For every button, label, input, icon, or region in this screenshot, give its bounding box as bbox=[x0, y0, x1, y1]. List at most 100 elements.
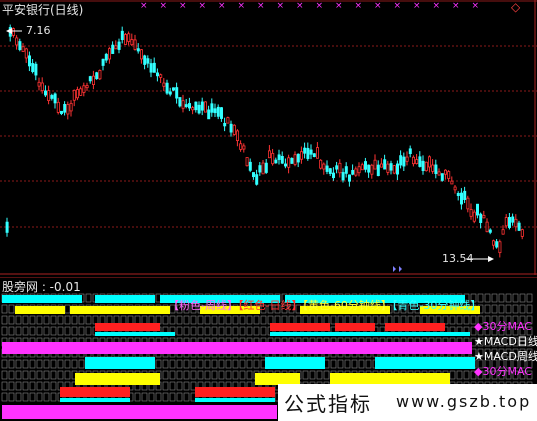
candle-body bbox=[27, 55, 31, 67]
indicator-cell bbox=[400, 315, 407, 325]
indicator-cell bbox=[99, 315, 106, 325]
candle-body bbox=[501, 229, 505, 235]
candle-body bbox=[229, 123, 233, 133]
candle-body bbox=[427, 156, 431, 168]
indicator-cell bbox=[526, 304, 533, 314]
indicator-cell bbox=[8, 381, 15, 391]
candle-body bbox=[466, 197, 470, 210]
candle-body bbox=[127, 33, 131, 42]
candle-body bbox=[178, 97, 182, 107]
candle-body bbox=[191, 107, 195, 111]
indicator-block bbox=[70, 306, 170, 314]
candle-body bbox=[274, 159, 278, 164]
indicator-block bbox=[15, 306, 65, 314]
candle-body bbox=[335, 165, 339, 170]
indicator-cell bbox=[106, 315, 113, 325]
indicator-cell bbox=[85, 326, 92, 336]
candle-body bbox=[469, 209, 473, 217]
candle-body bbox=[402, 156, 406, 167]
indicator-block bbox=[335, 323, 375, 331]
candle-body bbox=[331, 172, 335, 179]
indicator-cell bbox=[176, 359, 183, 369]
indicator-cell bbox=[1, 370, 8, 380]
candle-body bbox=[216, 106, 220, 117]
candle-body bbox=[60, 110, 64, 114]
indicator-cell bbox=[218, 359, 225, 369]
indicator-cell bbox=[309, 315, 316, 325]
indicator-cell bbox=[197, 370, 204, 380]
indicator-cell bbox=[155, 315, 162, 325]
indicator-cell bbox=[64, 304, 71, 314]
candle-body bbox=[338, 162, 342, 174]
candle-body bbox=[293, 154, 297, 165]
indicator-cell bbox=[204, 315, 211, 325]
indicator-cell bbox=[246, 370, 253, 380]
candle-body bbox=[315, 147, 319, 159]
indicator-cell bbox=[484, 304, 491, 314]
candle-body bbox=[271, 152, 275, 165]
candle-body bbox=[299, 151, 303, 160]
indicator-cell bbox=[162, 359, 169, 369]
candle-body bbox=[360, 164, 364, 171]
indicator-cell bbox=[295, 315, 302, 325]
candle-body bbox=[328, 168, 332, 174]
candle-body bbox=[76, 89, 80, 99]
legend-weekly: 【粉色-周线】 bbox=[168, 299, 238, 312]
indicator-cell bbox=[365, 359, 372, 369]
indicator-cell bbox=[64, 326, 71, 336]
candle-body bbox=[162, 82, 166, 87]
indicator-cell bbox=[218, 326, 225, 336]
indicator-block bbox=[195, 398, 275, 402]
indicator-cell bbox=[85, 315, 92, 325]
candle-body bbox=[261, 162, 265, 175]
indicator-cell bbox=[330, 359, 337, 369]
candlestick-chart[interactable]: × × × × × × × × × × × × × × × × × × bbox=[0, 0, 537, 275]
indicator-cell bbox=[29, 370, 36, 380]
candle-body bbox=[517, 222, 521, 231]
indicator-cell bbox=[22, 359, 29, 369]
chart-title: 平安银行(日线) bbox=[2, 3, 84, 17]
candle-body bbox=[95, 72, 99, 80]
candle-body bbox=[88, 76, 92, 82]
candle-body bbox=[479, 213, 483, 223]
indicator-cell bbox=[498, 304, 505, 314]
indicator-cell bbox=[29, 326, 36, 336]
indicator-cell bbox=[449, 370, 456, 380]
indicator-cell bbox=[162, 315, 169, 325]
candle-body bbox=[136, 48, 140, 52]
indicator-cell bbox=[211, 326, 218, 336]
indicator-block bbox=[2, 405, 277, 419]
indicator-cell bbox=[211, 370, 218, 380]
candle-body bbox=[482, 214, 486, 219]
indicator-cell bbox=[225, 370, 232, 380]
candle-body bbox=[130, 39, 134, 46]
candle-body bbox=[354, 168, 358, 176]
candle-body bbox=[133, 39, 137, 50]
candle-body bbox=[159, 74, 163, 78]
candle-body bbox=[456, 192, 460, 196]
candle-body bbox=[242, 145, 246, 150]
indicator-cell bbox=[456, 370, 463, 380]
indicator-cell bbox=[15, 392, 22, 402]
candle-body bbox=[245, 157, 249, 167]
candle-body bbox=[488, 229, 492, 233]
indicator-cell bbox=[323, 370, 330, 380]
candle-body bbox=[63, 104, 67, 113]
candle-body bbox=[264, 162, 268, 173]
indicator-cell bbox=[337, 315, 344, 325]
candle-body bbox=[367, 164, 371, 173]
marker-arrow bbox=[399, 266, 402, 272]
marker-x: × bbox=[257, 1, 265, 11]
scroll-widget[interactable]: ◇ bbox=[511, 0, 520, 14]
candle-body bbox=[155, 72, 159, 77]
candle-body bbox=[485, 221, 489, 233]
indicator-cell bbox=[344, 315, 351, 325]
indicator-block bbox=[270, 332, 470, 336]
indicator-cell bbox=[183, 359, 190, 369]
indicator-cell bbox=[8, 315, 15, 325]
candle-body bbox=[124, 34, 128, 45]
candle-body bbox=[283, 163, 287, 167]
candle-body bbox=[495, 241, 499, 248]
indicator-cell bbox=[1, 326, 8, 336]
indicator-cell bbox=[8, 359, 15, 369]
